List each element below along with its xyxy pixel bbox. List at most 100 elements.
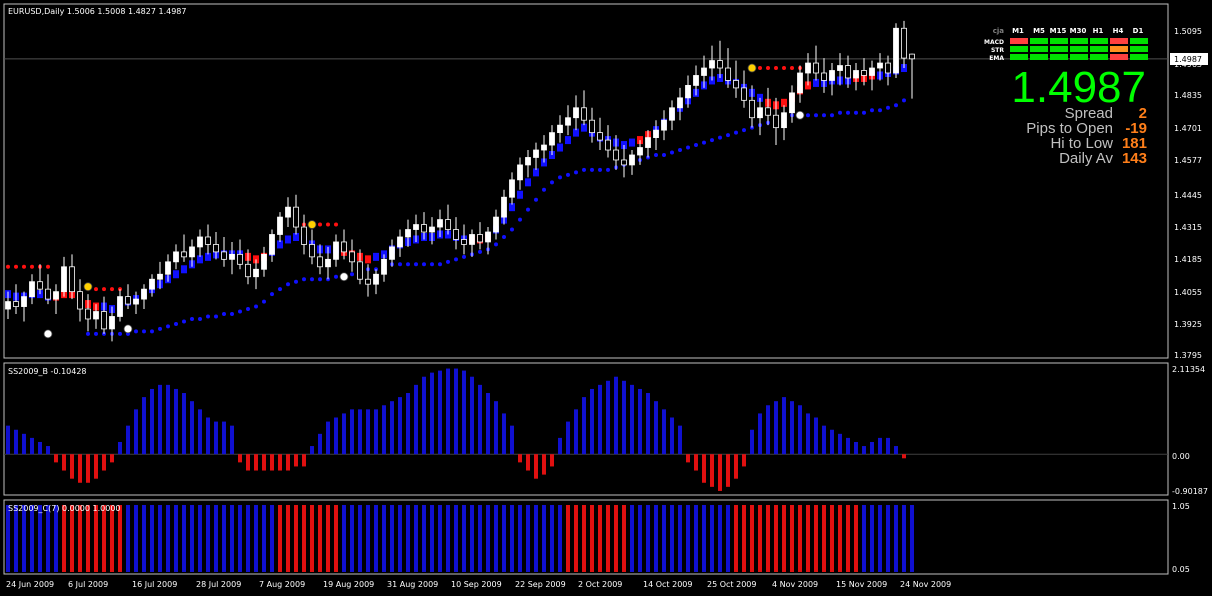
timeframe-label: M30 <box>1070 27 1087 35</box>
state-bar <box>54 505 58 572</box>
candle-body <box>197 236 203 248</box>
histogram-bar-negative <box>518 454 522 463</box>
date-tick: 16 Jul 2009 <box>132 580 177 589</box>
signal-dot-up <box>43 329 53 339</box>
resistance-dot <box>22 264 26 269</box>
state-bar <box>22 505 26 572</box>
candle-body <box>909 53 915 60</box>
support-dot <box>830 113 834 118</box>
candle-body <box>621 159 627 166</box>
date-tick: 6 Jul 2009 <box>68 580 108 589</box>
state-bar <box>350 505 354 572</box>
support-dot <box>222 312 226 317</box>
state-bar <box>214 505 218 572</box>
state-bar <box>582 505 586 572</box>
candle-body <box>533 149 539 158</box>
histogram-bar-positive <box>646 393 650 455</box>
histogram-bar-negative <box>102 454 106 471</box>
candle-body <box>805 62 811 74</box>
support-dot <box>574 170 578 175</box>
support-dot <box>726 133 730 138</box>
candle-body <box>413 224 419 230</box>
histogram-bar-positive <box>382 405 386 455</box>
signal-cell <box>1050 54 1068 60</box>
histogram-bar-positive <box>846 437 850 455</box>
state-bar <box>398 505 402 572</box>
price-tick: 1.3925 <box>1174 320 1202 329</box>
state-bar <box>630 505 634 572</box>
histogram-bar-positive <box>766 405 770 455</box>
state-bar <box>686 505 690 572</box>
support-dot <box>566 172 570 177</box>
state-bar <box>206 505 210 572</box>
state-bar <box>318 505 322 572</box>
histogram-bar-positive <box>798 405 802 455</box>
support-dot <box>662 152 666 157</box>
candle-body <box>165 261 171 275</box>
histogram-bar-negative <box>702 454 706 483</box>
histogram-bar-positive <box>494 401 498 455</box>
state-bar <box>6 505 10 572</box>
candle-body <box>77 291 83 310</box>
histogram-bar-negative <box>526 454 530 471</box>
price-tick: 1.4835 <box>1174 91 1202 100</box>
state-bar <box>502 505 506 572</box>
dashboard-cells <box>1010 38 1148 60</box>
state-bar <box>638 505 642 572</box>
state-bar <box>718 505 722 572</box>
candle-body <box>205 236 211 245</box>
histogram-bar-positive <box>374 409 378 455</box>
candle-body <box>397 236 403 248</box>
histogram-bar-positive <box>342 413 346 455</box>
candle-body <box>69 266 75 293</box>
state-bar <box>510 505 514 572</box>
candle-body <box>125 296 131 305</box>
histogram-bar-positive <box>318 433 322 455</box>
state-bar <box>390 505 394 572</box>
signal-cell <box>1090 54 1108 60</box>
histogram-bar-negative <box>262 454 266 471</box>
histogram-bar-positive <box>414 384 418 455</box>
candle-body <box>117 296 123 317</box>
state-bar <box>734 505 738 572</box>
histogram-bar-positive <box>126 425 130 455</box>
state-bar <box>470 505 474 572</box>
histogram-bar-negative <box>542 454 546 475</box>
state-bar <box>574 505 578 572</box>
state-bar <box>558 505 562 572</box>
candle-body <box>429 226 435 233</box>
state-bar <box>310 505 314 572</box>
state-bar <box>110 505 114 572</box>
histogram-bar-positive <box>566 421 570 455</box>
histogram-bar-positive <box>662 409 666 455</box>
resistance-dot <box>334 222 338 227</box>
histogram-bar-negative <box>710 454 714 487</box>
timeframe-label: M5 <box>1033 27 1045 35</box>
state-bar <box>366 505 370 572</box>
state-bar <box>542 505 546 572</box>
date-tick: 10 Sep 2009 <box>451 580 502 589</box>
candle-body <box>829 70 835 81</box>
signal-cell <box>1070 46 1088 52</box>
state-bar <box>126 505 130 572</box>
state-bar <box>902 505 906 572</box>
candle-body <box>13 301 19 307</box>
state-bar <box>678 505 682 572</box>
date-tick: 24 Jun 2009 <box>6 580 54 589</box>
candle-body <box>485 231 491 243</box>
histogram-bar-positive <box>158 384 162 455</box>
resistance-dot <box>94 287 98 292</box>
date-tick: 28 Jul 2009 <box>196 580 241 589</box>
candle-body <box>181 251 187 258</box>
candle-body <box>821 72 827 81</box>
support-dot <box>254 304 258 309</box>
candle-body <box>589 119 595 134</box>
state-bar <box>814 505 818 572</box>
resistance-dot <box>6 264 10 269</box>
histogram-bar-positive <box>398 397 402 455</box>
candle-body <box>229 253 235 260</box>
candle-body <box>733 80 739 89</box>
histogram-bar-negative <box>694 454 698 471</box>
support-dot <box>182 319 186 324</box>
candle-body <box>365 278 371 285</box>
